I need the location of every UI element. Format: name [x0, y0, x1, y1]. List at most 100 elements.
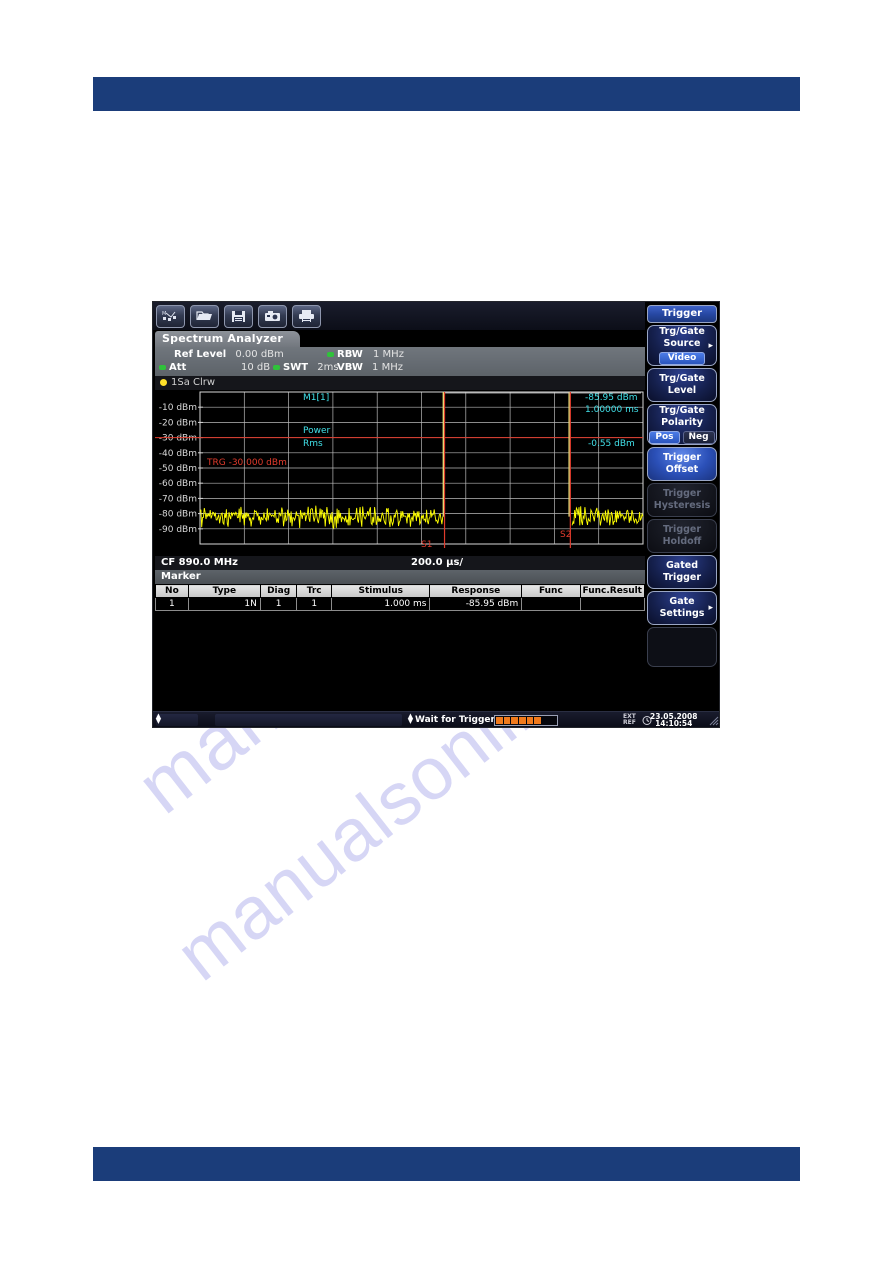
- center-frequency-label: CF 890.0 MHz: [161, 557, 238, 568]
- softkey-menu-title: Trigger: [647, 305, 717, 323]
- table-row[interactable]: 1 1N 1 1 1.000 ms -85.95 dBm: [155, 597, 646, 611]
- mode-measurement-icon[interactable]: M: [156, 304, 185, 328]
- softkey-label-line1: Gated: [666, 560, 698, 571]
- rbw-status-led: [327, 351, 334, 357]
- marker-col-response: Response: [429, 584, 523, 598]
- channel-tab-spectrum-analyzer[interactable]: Spectrum Analyzer: [155, 331, 300, 348]
- y-tick-label: -30 dBm: [159, 434, 197, 444]
- marker-time-value: 1.00000 ms: [585, 405, 639, 415]
- spectrum-graph[interactable]: -10 dBm -20 dBm -30 dBm -40 dBm -50 dBm -60 d…: [155, 391, 645, 555]
- marker-level-value: -85.95 dBm: [585, 393, 638, 403]
- trigger-progress-bar: [494, 715, 558, 726]
- progress-segment: [518, 717, 526, 724]
- softkey-panel: Trigger Trg/Gate Source Video ▸ Trg/Gate Leve…: [645, 302, 719, 727]
- y-tick-label: -90 dBm: [159, 525, 197, 535]
- softkey-trigger-offset[interactable]: Trigger Offset: [647, 447, 717, 481]
- gate-start-label: S1: [421, 540, 433, 550]
- y-tick-label: -50 dBm: [159, 464, 197, 474]
- open-file-icon[interactable]: [190, 304, 219, 328]
- softkey-trg-gate-polarity[interactable]: Trg/Gate Polarity Pos Neg: [647, 404, 717, 445]
- measurement-header: Spectrum Analyzer Ref Level 0.00 dBm Att…: [155, 331, 645, 376]
- softkey-trg-gate-source[interactable]: Trg/Gate Source Video ▸: [647, 325, 717, 366]
- rbw-label: RBW: [337, 349, 363, 360]
- softkey-label-line2: Settings: [659, 608, 705, 619]
- trace-status-text: 1Sa Clrw: [171, 377, 216, 388]
- marker-col-no: No: [155, 584, 189, 598]
- time-text: 14:10:54: [655, 718, 693, 728]
- rbw-value[interactable]: 1 MHz: [373, 349, 404, 360]
- gate-stop-label: S2: [560, 530, 572, 540]
- softkey-label-line1: Trigger: [662, 488, 702, 499]
- swt-value[interactable]: 2ms: [317, 362, 338, 373]
- progress-segment: [503, 717, 511, 724]
- marker-table-title: Marker: [155, 570, 645, 584]
- softkey-trigger-holdoff: Trigger Holdoff: [647, 519, 717, 553]
- marker-cell-no: 1: [155, 597, 189, 611]
- softkey-gate-settings[interactable]: Gate Settings ▸: [647, 591, 717, 625]
- softkey-toggle-neg[interactable]: Neg: [682, 431, 715, 444]
- att-status-led: [159, 364, 166, 370]
- header-settings: Ref Level 0.00 dBm Att 10 dB SWT 2ms RBW…: [155, 347, 645, 376]
- softkey-label-line1: Trigger: [662, 452, 702, 463]
- ext-ref-indicator: EXT REF: [623, 714, 636, 726]
- att-value[interactable]: 10 dB: [241, 362, 270, 373]
- softkey-label-line2: Offset: [665, 464, 699, 475]
- marker-table-header-row: No Type Diag Trc Stimulus Response Func Func.Re…: [155, 584, 646, 598]
- vbw-value[interactable]: 1 MHz: [372, 362, 403, 373]
- marker-cell-response: -85.95 dBm: [429, 597, 523, 611]
- frequency-bar: CF 890.0 MHz 200.0 µs/: [155, 556, 645, 570]
- softkey-label-line2: Trigger: [662, 572, 702, 583]
- softkey-trg-gate-level[interactable]: Trg/Gate Level: [647, 368, 717, 402]
- softkey-label-line2: Source: [663, 338, 701, 349]
- status-segment-message: [215, 714, 402, 726]
- softkey-label-line2: Holdoff: [662, 536, 702, 547]
- instrument-status-bar: ▲ ▼ ▲ ▼ Wait for Trigger... EXT REF 23.05.…: [153, 711, 719, 728]
- print-icon[interactable]: [292, 304, 321, 328]
- marker-col-type: Type: [187, 584, 261, 598]
- instrument-toolbar: M: [153, 302, 645, 330]
- softkey-label-line2: Hysteresis: [653, 500, 711, 511]
- att-label: Att: [169, 362, 187, 373]
- rms-label: Rms: [303, 439, 323, 449]
- softkey-list: Trg/Gate Source Video ▸ Trg/Gate Level Trg/Gat…: [645, 325, 719, 625]
- marker-col-func-result: Func.Result: [579, 584, 646, 598]
- marker-table: No Type Diag Trc Stimulus Response Func Func.Re…: [155, 584, 646, 611]
- trace-status-line: 1Sa Clrw: [155, 376, 645, 390]
- softkey-gated-trigger[interactable]: Gated Trigger: [647, 555, 717, 589]
- progress-segment: [496, 717, 503, 724]
- graph-canvas: -10 dBm -20 dBm -30 dBm -40 dBm -50 dBm -60 d…: [155, 391, 645, 555]
- screenshot-camera-icon[interactable]: [258, 304, 287, 328]
- y-tick-label: -80 dBm: [159, 510, 197, 520]
- marker-cell-trc: 1: [296, 597, 332, 611]
- marker-name-label: M1[1]: [303, 393, 330, 403]
- progress-segment: [511, 717, 518, 724]
- ref-level-value[interactable]: 0.00 dBm: [235, 349, 283, 360]
- softkey-label-line1: Trg/Gate: [659, 405, 705, 416]
- marker-cell-func-result: [579, 597, 646, 611]
- progress-segment: [541, 717, 549, 724]
- progress-segment: [534, 717, 541, 724]
- resize-grip-icon[interactable]: [707, 714, 719, 726]
- softkey-trigger-hysteresis: Trigger Hysteresis: [647, 483, 717, 517]
- marker-cell-func: [521, 597, 581, 611]
- softkey-label-line1: Trg/Gate: [659, 326, 705, 337]
- ref-level-label: Ref Level: [174, 349, 227, 360]
- swt-status-led: [273, 364, 280, 370]
- softkey-toggle-pos[interactable]: Pos: [649, 431, 680, 444]
- ref-label: REF: [623, 719, 636, 726]
- save-file-icon[interactable]: [224, 304, 253, 328]
- marker-col-trc: Trc: [296, 584, 332, 598]
- time-per-division-label: 200.0 µs/: [411, 557, 464, 568]
- marker-table-body: 1 1N 1 1 1.000 ms -85.95 dBm: [155, 597, 646, 611]
- y-tick-label: -20 dBm: [159, 418, 197, 428]
- marker-col-func: Func: [521, 584, 581, 598]
- y-tick-label: -10 dBm: [159, 403, 197, 413]
- status-spinner-left-icon[interactable]: ▲ ▼: [153, 713, 164, 726]
- softkey-value-pill[interactable]: Video: [658, 352, 706, 365]
- vbw-label: VBW: [337, 362, 363, 373]
- y-tick-label: -60 dBm: [159, 479, 197, 489]
- marker-cell-stimulus: 1.000 ms: [330, 597, 431, 611]
- document-page: manualsonline manualsonline M: [0, 0, 893, 1263]
- softkey-label-line2: Level: [667, 385, 697, 396]
- chevron-right-icon: ▸: [708, 603, 713, 613]
